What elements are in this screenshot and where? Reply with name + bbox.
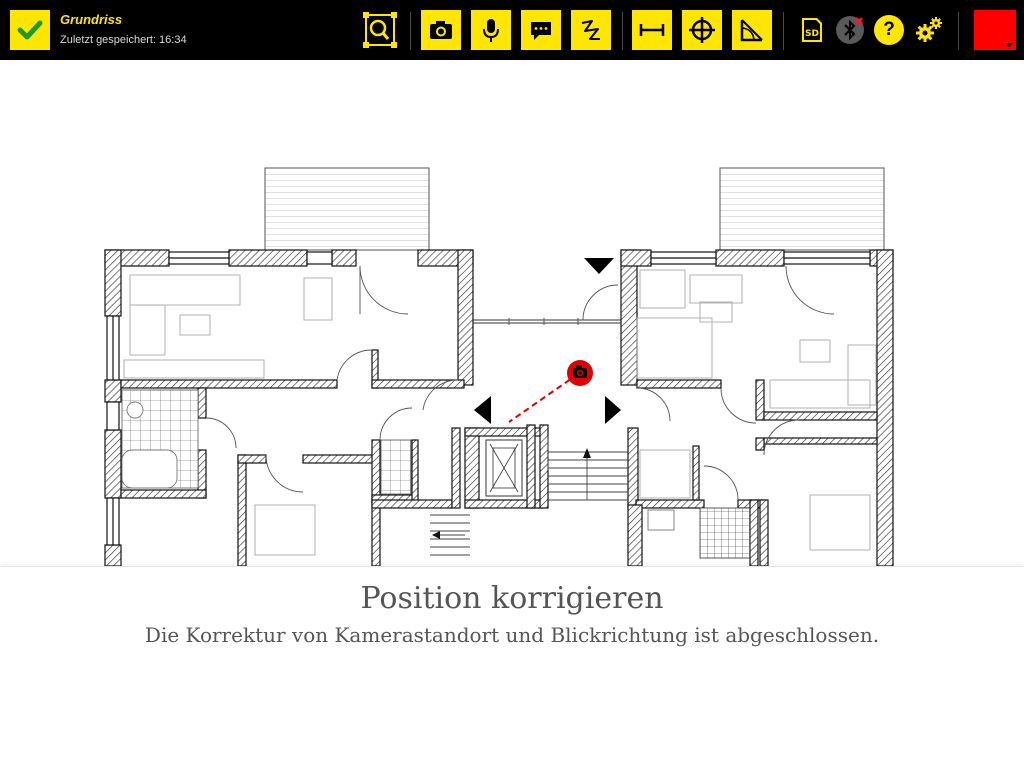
bluetooth-icon bbox=[836, 16, 864, 44]
toolbar-divider bbox=[410, 12, 411, 50]
sd-label: SD bbox=[805, 29, 819, 39]
toolbar-divider bbox=[622, 12, 623, 50]
document-title: Grundriss bbox=[60, 12, 123, 27]
floor-plan-canvas[interactable] bbox=[0, 60, 1024, 566]
photo-button[interactable] bbox=[421, 10, 461, 50]
chevron-down-icon bbox=[1005, 43, 1013, 47]
position-button[interactable] bbox=[682, 10, 722, 50]
last-saved-text: Zuletzt gespeichert: 16:34 bbox=[60, 34, 187, 46]
freehand-button[interactable] bbox=[571, 10, 611, 50]
sd-card-status[interactable]: SD bbox=[799, 16, 825, 44]
comment-button[interactable] bbox=[521, 10, 561, 50]
bluetooth-status[interactable] bbox=[835, 15, 865, 45]
zoom-fit-button[interactable] bbox=[361, 10, 399, 50]
sd-card-icon: SD bbox=[802, 18, 822, 42]
toolbar-divider bbox=[958, 12, 959, 50]
floor-plan-drawing bbox=[104, 167, 894, 566]
camera-icon bbox=[430, 21, 452, 39]
direction-arrow-up[interactable] bbox=[584, 258, 614, 274]
toolbar-divider bbox=[783, 12, 784, 50]
confirm-button[interactable] bbox=[10, 10, 50, 50]
microphone-icon bbox=[483, 19, 499, 42]
angle-icon bbox=[740, 19, 763, 42]
panel-message: Die Korrektur von Kamerastandort und Bli… bbox=[144, 623, 880, 647]
audio-button[interactable] bbox=[471, 10, 511, 50]
crosshair-icon bbox=[689, 17, 715, 43]
zoom-fit-icon bbox=[363, 12, 397, 48]
measure-icon bbox=[639, 24, 665, 36]
help-icon: ? bbox=[883, 19, 895, 40]
measure-button[interactable] bbox=[632, 10, 672, 50]
freehand-icon bbox=[581, 20, 600, 40]
direction-arrow-right[interactable] bbox=[605, 396, 621, 424]
checkmark-icon bbox=[17, 20, 43, 40]
help-button[interactable]: ? bbox=[874, 15, 904, 45]
angle-button[interactable] bbox=[732, 10, 772, 50]
top-toolbar: Grundriss Zuletzt gespeichert: 16:34 SD … bbox=[0, 0, 1024, 60]
direction-arrow-left[interactable] bbox=[474, 396, 491, 424]
settings-icon bbox=[916, 17, 942, 42]
info-panel: Position korrigieren Die Korrektur von K… bbox=[0, 566, 1024, 768]
panel-title: Position korrigieren bbox=[360, 581, 664, 616]
color-picker[interactable] bbox=[974, 10, 1016, 50]
settings-button[interactable] bbox=[914, 14, 944, 44]
camera-position-marker[interactable] bbox=[567, 360, 593, 386]
comment-icon bbox=[531, 22, 551, 40]
view-direction-line[interactable] bbox=[508, 373, 579, 423]
